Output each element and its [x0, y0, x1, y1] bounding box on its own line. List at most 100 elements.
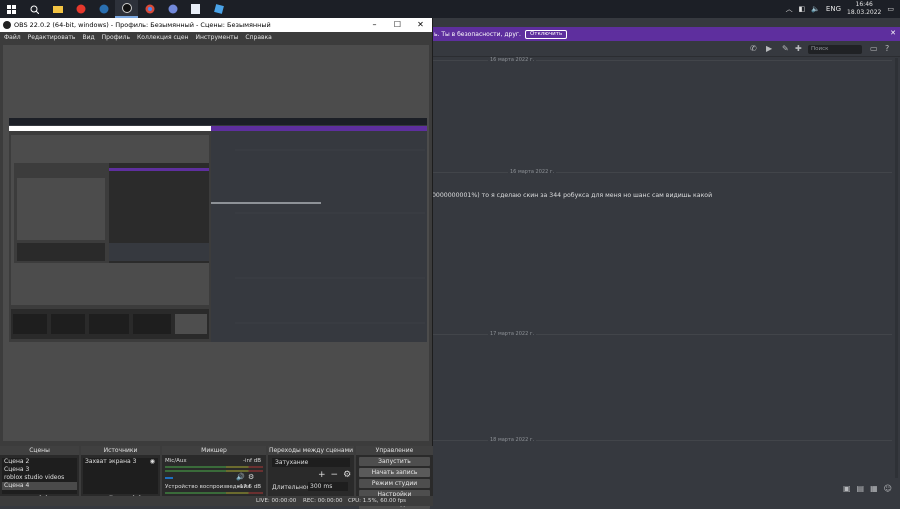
desktop-meter [165, 492, 263, 494]
notepad-icon[interactable] [184, 0, 207, 18]
rec-status: REC: 00:00:00 [303, 498, 343, 504]
lang-indicator[interactable]: ENG [826, 5, 841, 13]
mic-volume-slider[interactable] [165, 477, 173, 479]
notice-disable-button[interactable]: Отключить [524, 29, 568, 39]
volume-icon[interactable]: 🔈 [811, 5, 820, 13]
minimize-icon[interactable]: – [363, 18, 386, 32]
window-title: OBS 22.0.2 (64-bit, windows) - Профиль: … [14, 21, 271, 29]
obs-logo-icon [3, 21, 11, 29]
date-label: 18 марта 2022 г. [488, 437, 537, 443]
controls-title: Управление [356, 446, 433, 455]
discord-notice-bar: ь. Ты в безопасности, друг. Отключить ✕ [432, 27, 900, 41]
network-icon[interactable]: ◧ [799, 5, 806, 13]
notice-text: ь. Ты в безопасности, друг. [434, 30, 521, 38]
sources-title: Источники [81, 446, 160, 455]
close-icon[interactable]: ✕ [409, 18, 432, 32]
discord-icon[interactable] [161, 0, 184, 18]
gif-icon[interactable]: ▤ [857, 484, 865, 493]
inbox-icon[interactable]: ▭ [870, 44, 878, 53]
composer-icons: ▣ ▤ ▦ ☺ [843, 484, 892, 493]
obs-window: OBS 22.0.2 (64-bit, windows) - Профиль: … [0, 18, 433, 509]
close-icon[interactable]: ✕ [890, 29, 896, 37]
add-user-icon[interactable]: ✚ [795, 44, 802, 53]
search-input[interactable]: Поиск [808, 45, 862, 54]
gift-icon[interactable]: ▣ [843, 484, 851, 493]
pin-icon[interactable]: ✎ [782, 44, 789, 53]
menu-bar: Файл Редактировать Вид Профиль Коллекция… [0, 32, 432, 42]
cpu-status: CPU: 1.5%, 60.00 fps [348, 498, 407, 504]
start-streaming-button[interactable]: Запустить трансляцию [359, 457, 430, 474]
start-icon[interactable] [0, 0, 23, 18]
call-icon[interactable]: ✆ [750, 44, 757, 53]
title-bar[interactable]: OBS 22.0.2 (64-bit, windows) - Профиль: … [0, 18, 432, 32]
maximize-icon[interactable]: ☐ [386, 18, 409, 32]
scene-item[interactable]: roblox studio videos [2, 474, 77, 482]
taskbar: ︿ ◧ 🔈 ENG 16:46 18.03.2022 ▭ [0, 0, 900, 18]
sources-list: Захват экрана 3 ◉ [83, 458, 158, 494]
video-icon[interactable]: ▶ [766, 44, 772, 53]
scenes-list: Сцена 2 Сцена 3 roblox studio videos Сце… [2, 458, 77, 494]
mic-label: Мic/Aux [165, 458, 187, 464]
date-divider: 17 марта 2022 г. [432, 331, 892, 337]
clock-date: 18.03.2022 [847, 9, 882, 16]
scene-item-selected[interactable]: Сцена 4 [2, 482, 77, 490]
date-label: 17 марта 2022 г. [488, 331, 537, 337]
preview-area[interactable] [3, 45, 429, 441]
sticker-icon[interactable]: ▦ [870, 484, 878, 493]
date-divider: 18 марта 2022 г. [432, 437, 892, 443]
discord-window: ь. Ты в безопасности, друг. Отключить ✕ … [432, 18, 900, 506]
mic-meter [165, 466, 263, 468]
transition-select[interactable]: Затухание [272, 458, 350, 467]
notifications-icon[interactable]: ▭ [887, 5, 894, 13]
desktop-channel: Устройство воспроизведения -17.5 dB [165, 484, 263, 490]
menu-file[interactable]: Файл [4, 34, 21, 41]
date-divider: 16 марта 2022 г. [432, 169, 892, 175]
menu-edit[interactable]: Редактировать [28, 34, 76, 41]
add-icon[interactable]: + [318, 470, 326, 480]
transition-tools: + − ⚙ [318, 470, 351, 480]
scene-item[interactable]: Сцена 2 [2, 458, 77, 466]
message-text: 0000000001%) то я сделаю скин за 344 роб… [432, 192, 713, 199]
speaker-icon[interactable]: 🔊 [236, 473, 245, 481]
steam-icon[interactable] [92, 0, 115, 18]
menu-profile[interactable]: Профиль [102, 34, 130, 41]
gear-icon[interactable]: ⚙ [343, 470, 351, 480]
menu-tools[interactable]: Инструменты [195, 34, 238, 41]
emoji-icon[interactable]: ☺ [884, 484, 892, 493]
chrome-icon[interactable] [138, 0, 161, 18]
live-status: LIVE: 00:00:00 [256, 498, 297, 504]
mixer-title: Микшер [162, 446, 266, 455]
start-recording-button[interactable]: Начать запись [359, 468, 430, 477]
roblox-studio-icon[interactable] [207, 0, 230, 18]
file-explorer-icon[interactable] [46, 0, 69, 18]
menu-help[interactable]: Справка [245, 34, 271, 41]
channel-header: ✆ ▶ ✎ ✚ Поиск ▭ ? [432, 41, 900, 57]
preview-capture-image [9, 118, 427, 342]
scrollbar[interactable] [895, 58, 898, 478]
duration-input[interactable]: 300 ms [308, 482, 348, 491]
gear-icon[interactable]: ⚙ [248, 473, 254, 481]
chevron-up-icon[interactable]: ︿ [786, 4, 793, 14]
remove-icon[interactable]: − [331, 470, 339, 480]
date-label: 16 марта 2022 г. [488, 57, 537, 63]
studio-mode-button[interactable]: Режим студии [359, 479, 430, 488]
system-tray: ︿ ◧ 🔈 ENG 16:46 18.03.2022 ▭ [786, 0, 894, 18]
menu-scene-collection[interactable]: Коллекция сцен [137, 34, 188, 41]
scene-item[interactable]: Сцена 3 [2, 466, 77, 474]
source-item[interactable]: Захват экрана 3 ◉ [83, 458, 158, 466]
menu-view[interactable]: Вид [82, 34, 94, 41]
date-divider: 16 марта 2022 г. [432, 57, 892, 63]
obs-icon[interactable] [115, 0, 138, 18]
transitions-title: Переходы между сценами [268, 446, 354, 455]
mic-meter [165, 470, 263, 472]
eye-icon[interactable]: ◉ [150, 458, 155, 466]
status-bar: LIVE: 00:00:00 REC: 00:00:00 CPU: 1.5%, … [0, 496, 433, 506]
yandex-icon[interactable] [69, 0, 92, 18]
mic-channel: Мic/Aux -inf dB [165, 458, 263, 464]
desktop-db: -17.5 dB [237, 484, 261, 490]
clock[interactable]: 16:46 18.03.2022 [847, 1, 881, 17]
scenes-title: Сцены [0, 446, 79, 455]
clock-time: 16:46 [855, 1, 873, 8]
search-icon[interactable] [23, 0, 46, 18]
help-icon[interactable]: ? [885, 44, 889, 53]
